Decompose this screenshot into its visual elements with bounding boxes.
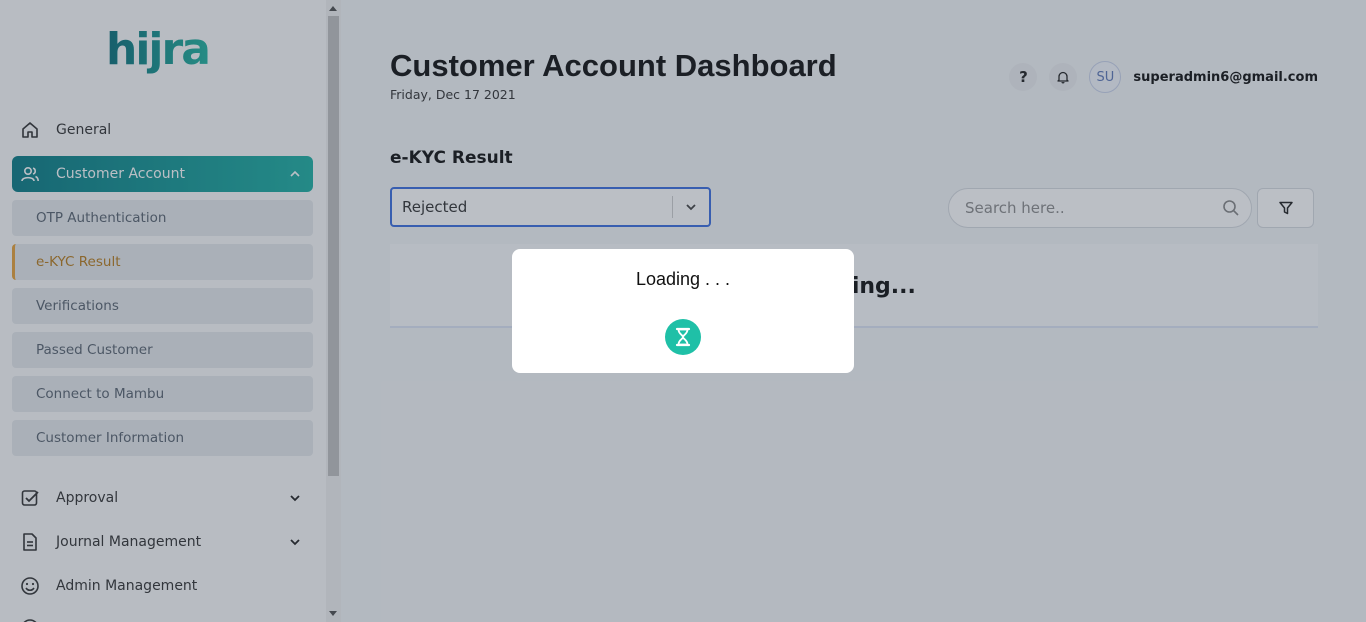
loading-modal: Loading . . . (512, 249, 854, 373)
hourglass-icon (665, 319, 701, 355)
loading-modal-text: Loading . . . (635, 269, 731, 289)
modal-backdrop: Loading . . . (0, 0, 1366, 622)
